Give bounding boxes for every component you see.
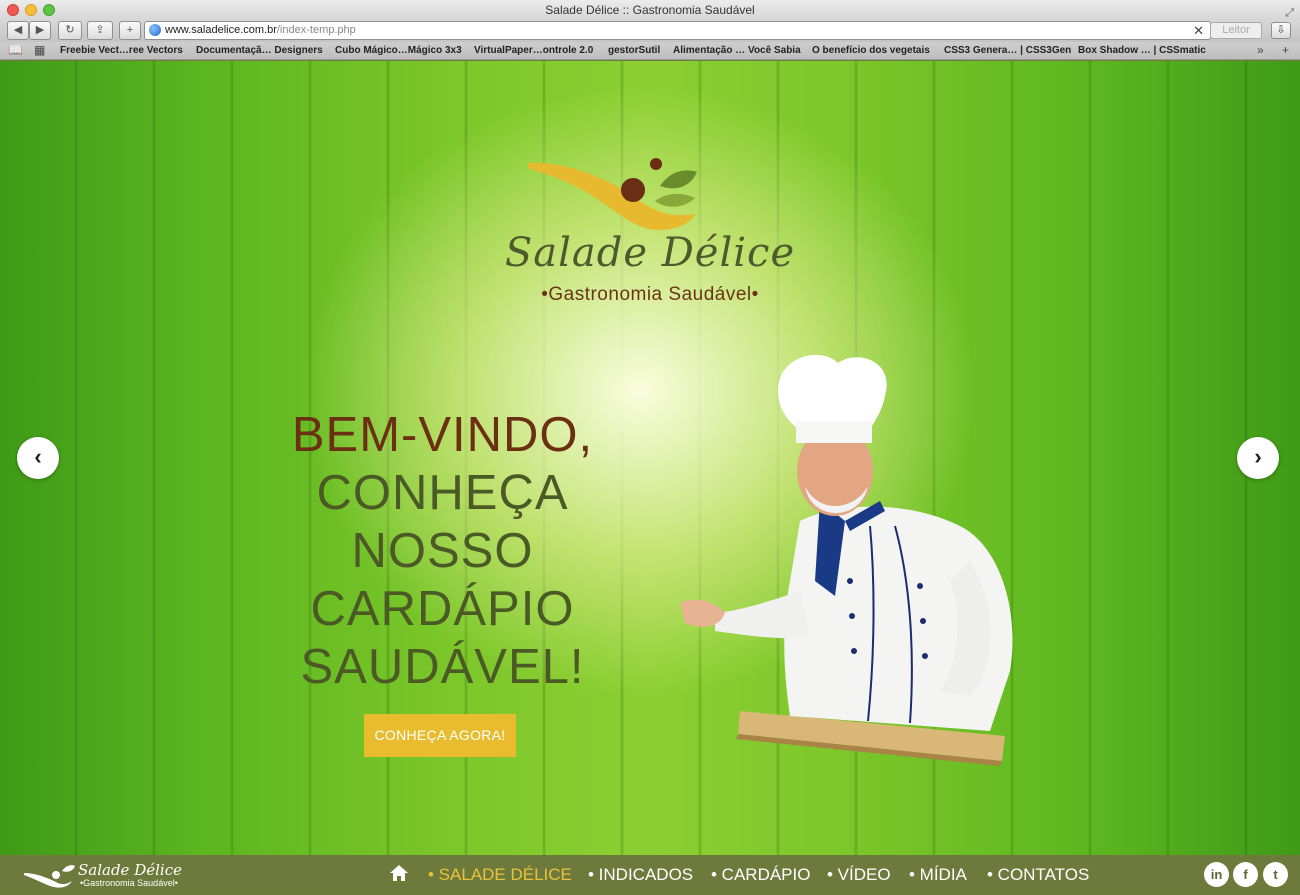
bookmark-item[interactable]: Box Shadow … | CSSmatic <box>1078 42 1206 59</box>
bookmark-item[interactable]: Alimentação … Você Sabia <box>673 42 801 59</box>
bookmark-item[interactable]: CSS3 Genera… | CSS3Gen <box>944 42 1071 59</box>
hero-headline: BEM-VINDO, CONHEÇA NOSSO CARDÁPIO SAUDÁV… <box>270 406 615 696</box>
downloads-icon[interactable]: ⇩ <box>1271 22 1291 39</box>
bookmark-item[interactable]: Documentaçã… Designers <box>196 42 323 59</box>
nav-item-midia[interactable]: • MÍDIA <box>909 855 967 893</box>
nav-item-video[interactable]: • VÍDEO <box>827 855 891 893</box>
nav-item-indicados[interactable]: • INDICADOS <box>588 855 693 893</box>
address-bar[interactable]: www.saladelice.com.br/index-temp.php ✕ <box>144 21 1211 40</box>
url-path: /index-temp.php <box>276 24 356 36</box>
headline-line: NOSSO <box>351 524 534 578</box>
more-bookmarks-icon[interactable]: » <box>1257 42 1264 59</box>
home-icon[interactable] <box>389 863 409 883</box>
spoon-leaves-icon <box>24 865 75 888</box>
main-navbar: Salade Délice •Gastronomia Saudável• • S… <box>0 855 1300 893</box>
facebook-icon[interactable]: f <box>1233 862 1258 887</box>
reader-button[interactable]: Leitor <box>1210 22 1262 39</box>
nav-item-cardapio[interactable]: • CARDÁPIO <box>711 855 810 893</box>
logo-tagline: •Gastronomia Saudável• <box>541 284 759 305</box>
nav-logo-tagline: •Gastronomia Saudável• <box>80 878 178 888</box>
window-titlebar: Salade Délice :: Gastronomia Saudável ⤢ <box>0 0 1300 20</box>
site-logo[interactable]: Salade Délice •Gastronomia Saudável• <box>495 156 805 316</box>
chevron-left-icon[interactable]: ‹ <box>17 437 59 479</box>
hero-slider: Salade Délice •Gastronomia Saudável• BEM… <box>0 61 1300 855</box>
share-icon[interactable]: ⇪ <box>87 21 113 40</box>
bookmarks-bar: 📖 ▦ Freebie Vect…ree Vectors Documentaçã… <box>0 42 1300 60</box>
reading-list-icon[interactable]: 📖 <box>8 42 23 59</box>
nav-logo[interactable]: Salade Délice •Gastronomia Saudável• <box>22 859 182 889</box>
globe-icon <box>149 24 161 36</box>
zoom-window-button[interactable] <box>43 4 55 16</box>
headline-line: BEM-VINDO, <box>291 408 594 462</box>
browser-toolbar: ◀ ▶ ↻ ⇪ + www.saladelice.com.br/index-te… <box>0 20 1300 42</box>
top-sites-icon[interactable]: ▦ <box>34 42 45 59</box>
minimize-window-button[interactable] <box>25 4 37 16</box>
bookmark-item[interactable]: Freebie Vect…ree Vectors <box>60 42 183 59</box>
forward-button[interactable]: ▶ <box>29 21 51 40</box>
chef-image <box>680 354 1013 766</box>
nav-item-contatos[interactable]: • CONTATOS <box>987 855 1089 893</box>
linkedin-icon[interactable]: in <box>1204 862 1229 887</box>
headline-line: CONHEÇA <box>316 466 569 520</box>
cta-button[interactable]: CONHEÇA AGORA! <box>364 714 516 757</box>
back-button[interactable]: ◀ <box>7 21 29 40</box>
twitter-icon[interactable]: t <box>1263 862 1288 887</box>
headline-line: SAUDÁVEL! <box>300 640 585 694</box>
new-tab-button[interactable]: + <box>119 21 141 40</box>
logo-name: Salade Délice <box>504 230 796 276</box>
reload-icon[interactable]: ↻ <box>58 21 82 40</box>
url-domain: www.saladelice.com.br <box>165 24 277 36</box>
headline-line: CARDÁPIO <box>310 582 575 636</box>
nav-logo-name: Salade Délice <box>78 861 182 879</box>
bookmark-item[interactable]: Cubo Mágico…Mágico 3x3 <box>335 42 462 59</box>
window-title: Salade Délice :: Gastronomia Saudável <box>545 3 755 17</box>
stop-icon[interactable]: ✕ <box>1193 22 1204 39</box>
add-tab-icon[interactable]: + <box>1282 42 1289 59</box>
bookmark-item[interactable]: VirtualPaper…ontrole 2.0 <box>474 42 593 59</box>
bookmark-item[interactable]: O benefício dos vegetais <box>812 42 930 59</box>
nav-item-salade-delice[interactable]: • SALADE DÉLICE <box>428 855 572 893</box>
close-window-button[interactable] <box>7 4 19 16</box>
bookmark-item[interactable]: gestorSutil <box>608 42 660 59</box>
chevron-right-icon[interactable]: › <box>1237 437 1279 479</box>
